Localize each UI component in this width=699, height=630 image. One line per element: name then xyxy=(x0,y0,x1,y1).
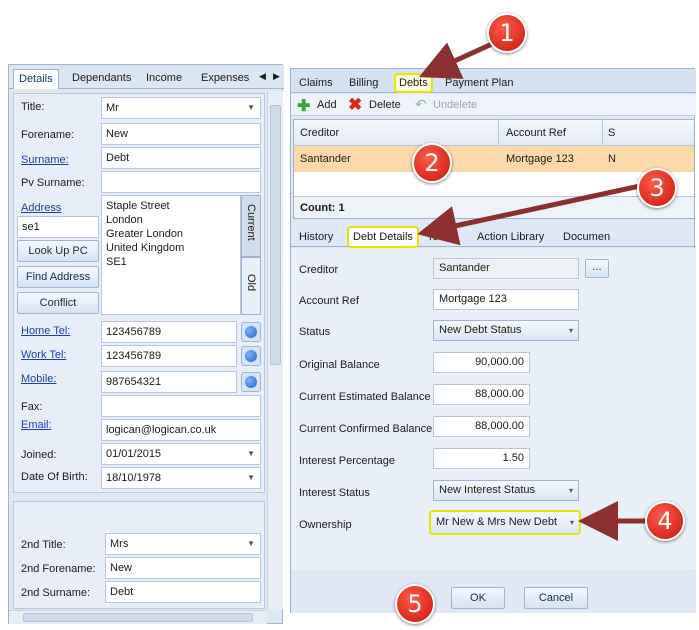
callout-5: 5 xyxy=(395,584,435,624)
annotation-arrows xyxy=(417,41,646,541)
callout-4: 4 xyxy=(645,501,685,541)
arrow-to-debt-details-tab xyxy=(417,183,641,246)
arrow-to-debts-tab xyxy=(418,41,494,79)
callout-1: 1 xyxy=(487,13,527,53)
callout-3: 3 xyxy=(637,168,677,208)
callout-2: 2 xyxy=(412,143,452,183)
